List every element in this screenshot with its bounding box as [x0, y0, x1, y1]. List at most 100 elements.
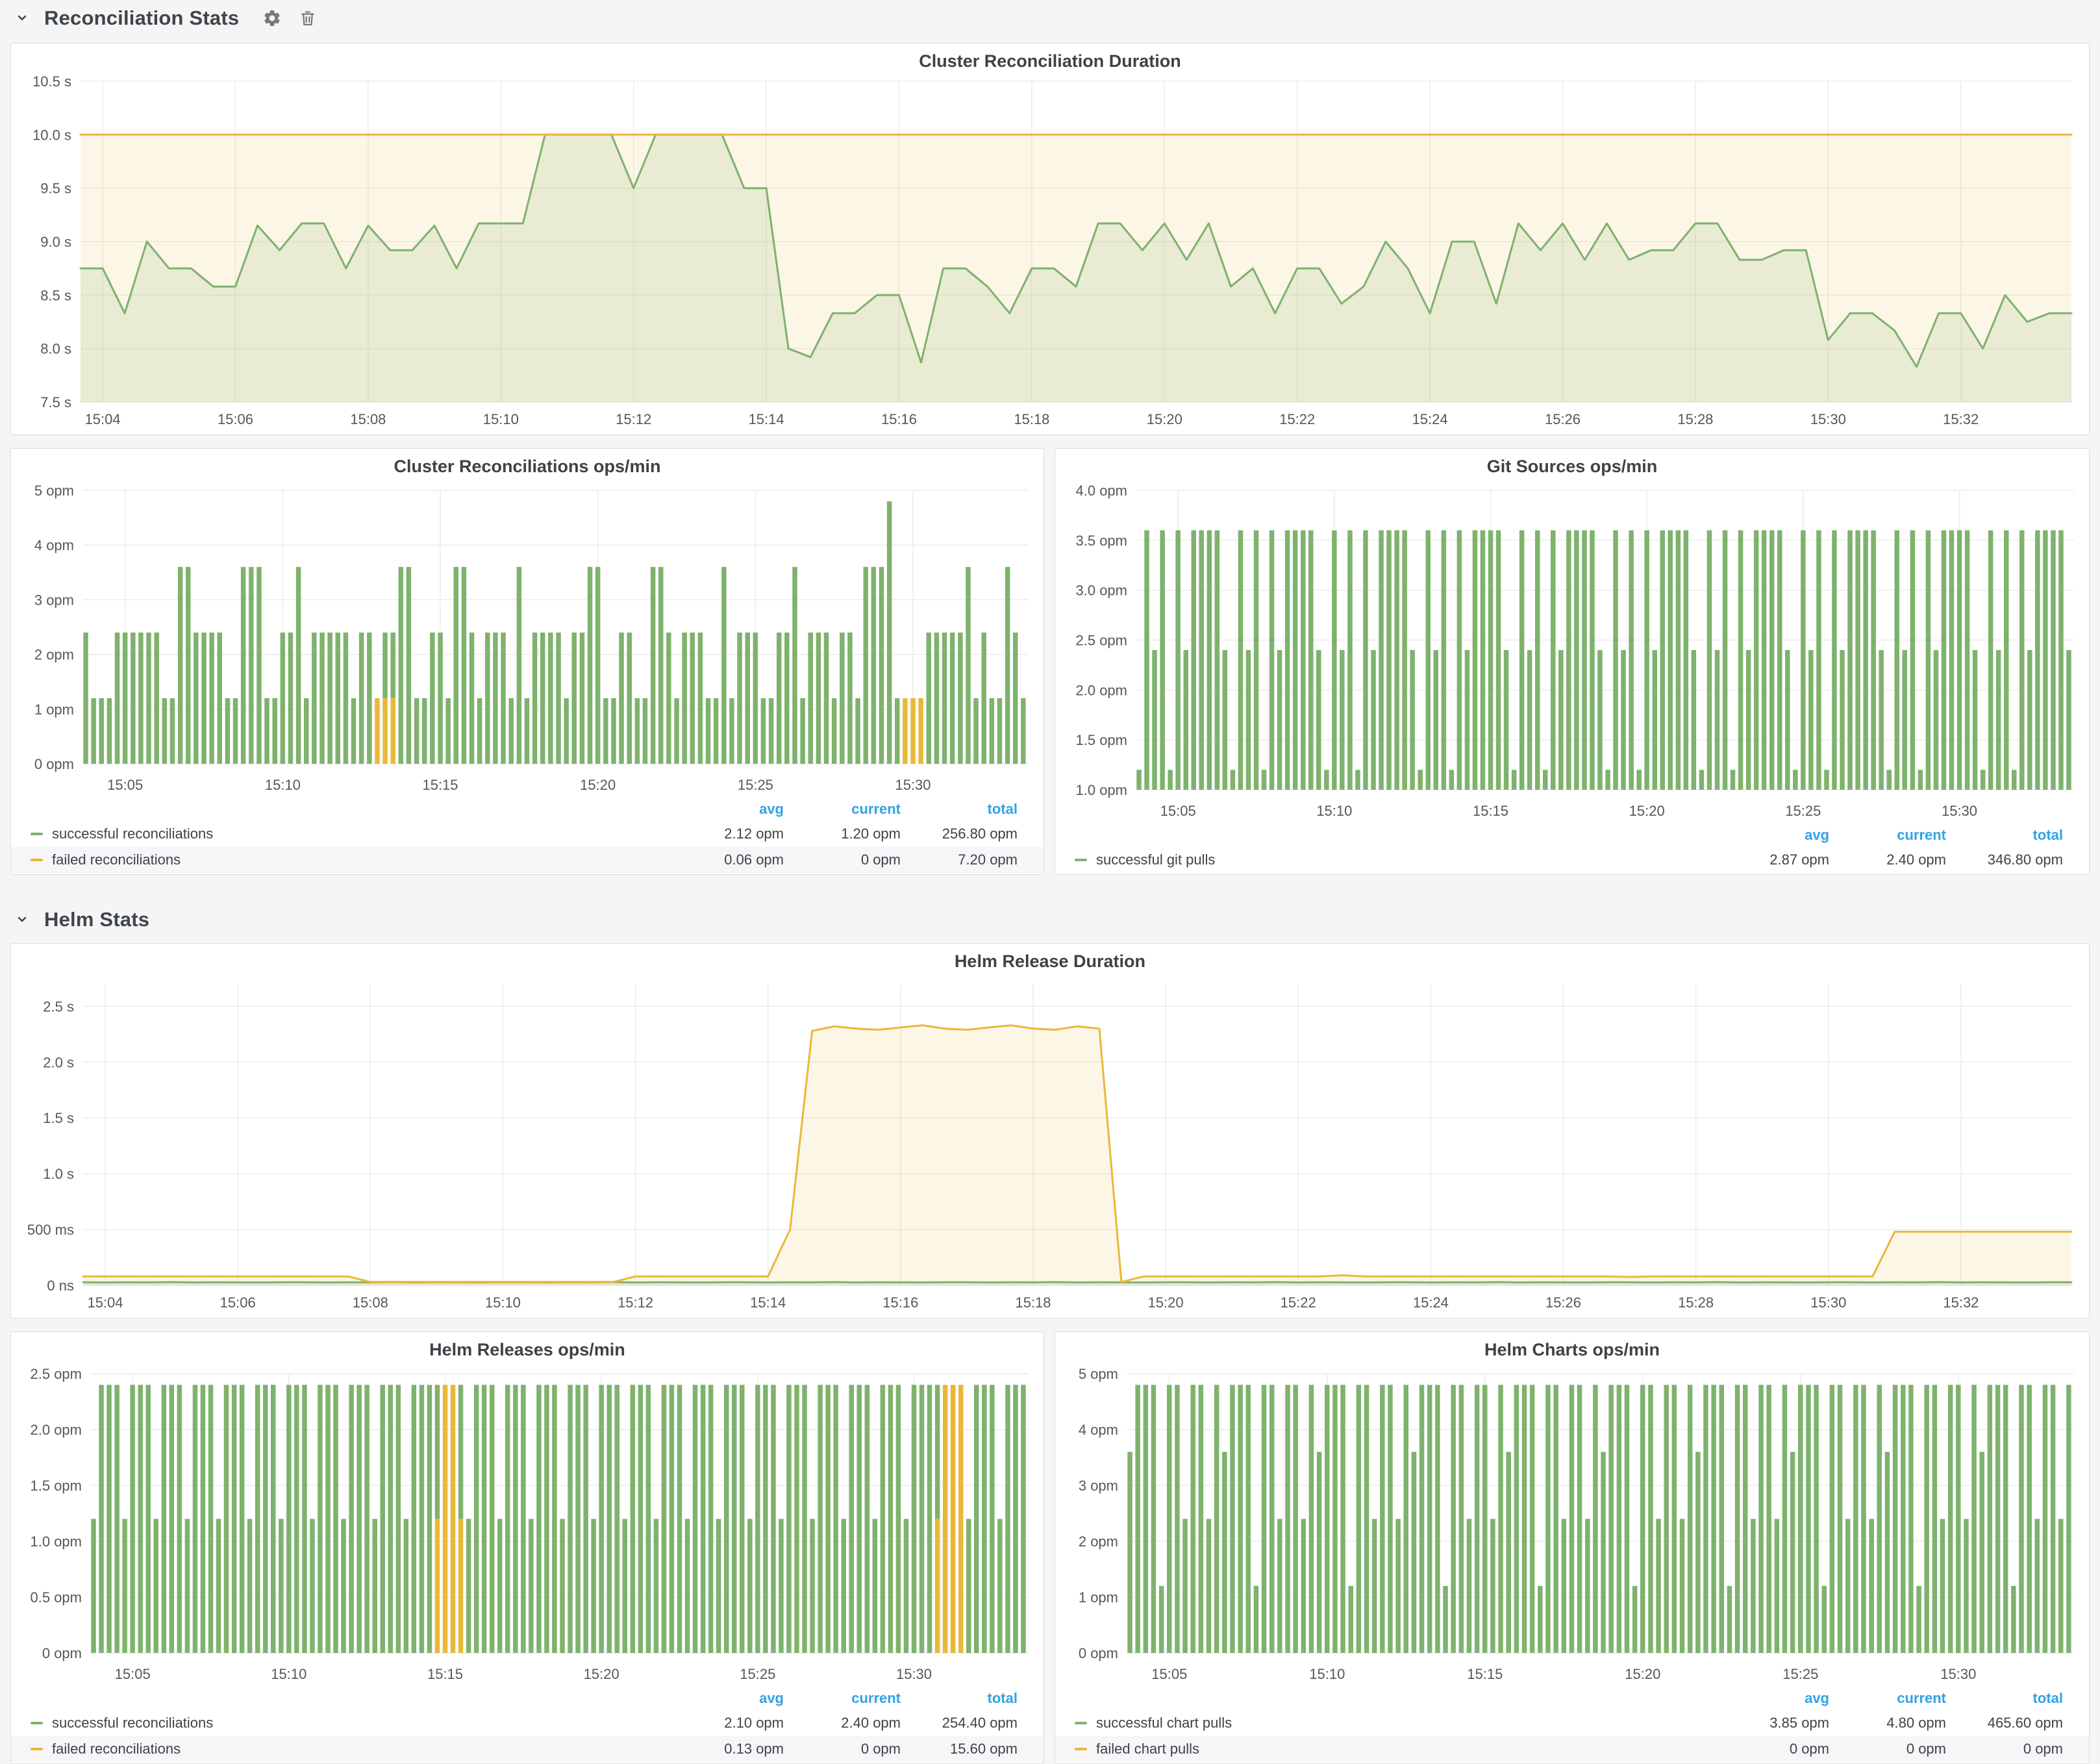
gear-icon[interactable] [262, 8, 282, 28]
panel-title-helm-releases-opm[interactable]: Helm Releases ops/min [11, 1332, 1044, 1365]
trash-icon[interactable] [299, 8, 317, 28]
svg-text:0.5 opm: 0.5 opm [31, 1589, 82, 1606]
svg-text:15:25: 15:25 [738, 777, 773, 793]
svg-text:15:25: 15:25 [740, 1666, 775, 1682]
svg-text:15:32: 15:32 [1943, 1294, 1979, 1311]
svg-text:4.0 opm: 4.0 opm [1076, 483, 1128, 499]
series-color-dash [31, 833, 43, 835]
svg-text:15:22: 15:22 [1281, 1294, 1316, 1311]
legend-header-total[interactable]: total [1946, 827, 2063, 844]
legend-total-value: 0 opm [1946, 1741, 2063, 1758]
legend-header-avg[interactable]: avg [667, 1690, 784, 1707]
panel-git-sources-opm: Git Sources ops/min 15:0515:1015:1515:20… [1055, 448, 2090, 875]
svg-text:8.0 s: 8.0 s [40, 341, 71, 357]
svg-text:15:30: 15:30 [895, 777, 931, 793]
svg-text:1.5 opm: 1.5 opm [1076, 732, 1128, 748]
legend-header-current[interactable]: current [1829, 827, 1946, 844]
panel-title-cluster-reconciliation-duration[interactable]: Cluster Reconciliation Duration [11, 44, 2089, 76]
legend-helm-charts: avg current total successful chart pulls… [1055, 1687, 2089, 1762]
svg-text:15:08: 15:08 [350, 411, 386, 427]
svg-text:15:26: 15:26 [1545, 1294, 1581, 1311]
legend-series-failed-reconciliations[interactable]: failed reconciliations [31, 851, 667, 868]
cluster-reconciliation-duration-chart[interactable]: 15:0415:0615:0815:1015:1215:1415:1615:18… [16, 76, 2084, 432]
legend-avg-value: 0.13 opm [667, 1741, 784, 1758]
panel-title-helm-release-duration[interactable]: Helm Release Duration [11, 944, 2089, 976]
legend-series-label: failed reconciliations [52, 851, 181, 868]
svg-text:15:30: 15:30 [1942, 803, 1977, 819]
git-sources-opm-chart[interactable]: 15:0515:1015:1515:2015:2515:304.0 opm3.5… [1058, 481, 2086, 824]
section-title[interactable]: Reconciliation Stats [44, 6, 239, 30]
legend-series-successful-git-pulls[interactable]: successful git pulls [1075, 851, 1712, 868]
section-header-reconciliation-stats[interactable]: Reconciliation Stats [14, 3, 317, 34]
svg-text:15:15: 15:15 [422, 777, 458, 793]
series-color-dash [31, 1748, 43, 1750]
svg-text:15:25: 15:25 [1785, 803, 1821, 819]
panel-helm-releases-opm: Helm Releases ops/min 15:0515:1015:1515:… [10, 1331, 1044, 1764]
svg-text:15:20: 15:20 [1625, 1666, 1660, 1682]
svg-text:15:06: 15:06 [220, 1294, 256, 1311]
legend-cluster-reconciliations: avg current total successful reconciliat… [11, 798, 1044, 873]
svg-text:2.0 s: 2.0 s [43, 1054, 74, 1070]
legend-row-successful-reconciliations: successful reconciliations 2.12 opm 1.20… [11, 821, 1044, 847]
legend-header-total[interactable]: total [901, 801, 1018, 818]
section-title[interactable]: Helm Stats [44, 908, 149, 931]
panel-title-git-sources-opm[interactable]: Git Sources ops/min [1055, 449, 2089, 481]
section-header-helm-stats[interactable]: Helm Stats [14, 904, 149, 935]
series-color-dash [31, 1722, 43, 1724]
legend-header-total[interactable]: total [1946, 1690, 2063, 1707]
cluster-reconciliations-opm-chart[interactable]: 15:0515:1015:1515:2015:2515:305 opm4 opm… [14, 481, 1040, 798]
chevron-down-icon[interactable] [14, 10, 30, 26]
chevron-down-icon[interactable] [14, 912, 30, 927]
legend-avg-value: 3.85 opm [1712, 1715, 1829, 1732]
panel-cluster-reconciliations-opm: Cluster Reconciliations ops/min 15:0515:… [10, 448, 1044, 875]
svg-text:15:30: 15:30 [1810, 1294, 1846, 1311]
legend-header-avg[interactable]: avg [1712, 827, 1829, 844]
legend-header-current[interactable]: current [1829, 1690, 1946, 1707]
svg-text:2 opm: 2 opm [1079, 1533, 1118, 1550]
legend-header-current[interactable]: current [784, 801, 901, 818]
legend-series-successful-reconciliations[interactable]: successful reconciliations [31, 1715, 667, 1732]
legend-series-label: successful git pulls [1096, 851, 1215, 868]
helm-release-duration-chart[interactable]: 15:0415:0615:0815:1015:1215:1415:1615:18… [16, 976, 2084, 1315]
legend-row-successful-git-pulls: successful git pulls 2.87 opm 2.40 opm 3… [1055, 847, 2089, 873]
panel-title-helm-charts-opm[interactable]: Helm Charts ops/min [1055, 1332, 2089, 1365]
svg-text:15:18: 15:18 [1014, 411, 1049, 427]
legend-header-avg[interactable]: avg [1712, 1690, 1829, 1707]
series-color-dash [1075, 1748, 1087, 1750]
svg-text:10.5 s: 10.5 s [32, 76, 71, 90]
svg-text:15:05: 15:05 [115, 1666, 151, 1682]
svg-text:2 opm: 2 opm [34, 647, 74, 663]
legend-header-row: avg current total [1055, 1687, 2089, 1710]
svg-text:15:10: 15:10 [483, 411, 519, 427]
legend-header-total[interactable]: total [901, 1690, 1018, 1707]
legend-current-value: 2.40 opm [1829, 851, 1946, 868]
helm-charts-opm-chart[interactable]: 15:0515:1015:1515:2015:2515:305 opm4 opm… [1058, 1365, 2086, 1687]
svg-text:0 ns: 0 ns [47, 1278, 74, 1294]
panel-title-cluster-reconciliations-opm[interactable]: Cluster Reconciliations ops/min [11, 449, 1044, 481]
legend-row-successful-chart-pulls: successful chart pulls 3.85 opm 4.80 opm… [1055, 1710, 2089, 1736]
legend-row-successful-reconciliations: successful reconciliations 2.10 opm 2.40… [11, 1710, 1044, 1736]
legend-series-failed-reconciliations[interactable]: failed reconciliations [31, 1741, 667, 1758]
legend-current-value: 0 opm [784, 1741, 901, 1758]
legend-avg-value: 0 opm [1712, 1741, 1829, 1758]
legend-series-failed-chart-pulls[interactable]: failed chart pulls [1075, 1741, 1712, 1758]
legend-series-successful-chart-pulls[interactable]: successful chart pulls [1075, 1715, 1712, 1732]
svg-text:15:05: 15:05 [1160, 803, 1196, 819]
svg-text:9.5 s: 9.5 s [40, 181, 71, 197]
legend-avg-value: 0.06 opm [667, 851, 784, 868]
svg-text:4 opm: 4 opm [34, 537, 74, 553]
svg-text:15:20: 15:20 [1148, 1294, 1184, 1311]
legend-series-successful-reconciliations[interactable]: successful reconciliations [31, 825, 667, 842]
legend-header-avg[interactable]: avg [667, 801, 784, 818]
legend-header-row: avg current total [1055, 824, 2089, 847]
legend-header-current[interactable]: current [784, 1690, 901, 1707]
svg-text:3.5 opm: 3.5 opm [1076, 533, 1128, 549]
svg-text:1.5 s: 1.5 s [43, 1110, 74, 1126]
svg-text:8.5 s: 8.5 s [40, 287, 71, 303]
svg-text:3 opm: 3 opm [34, 592, 74, 608]
helm-releases-opm-chart[interactable]: 15:0515:1015:1515:2015:2515:302.5 opm2.0… [14, 1365, 1040, 1687]
legend-current-value: 1.20 opm [784, 825, 901, 842]
svg-text:15:12: 15:12 [616, 411, 651, 427]
svg-text:5 opm: 5 opm [34, 483, 74, 499]
svg-text:15:10: 15:10 [271, 1666, 306, 1682]
